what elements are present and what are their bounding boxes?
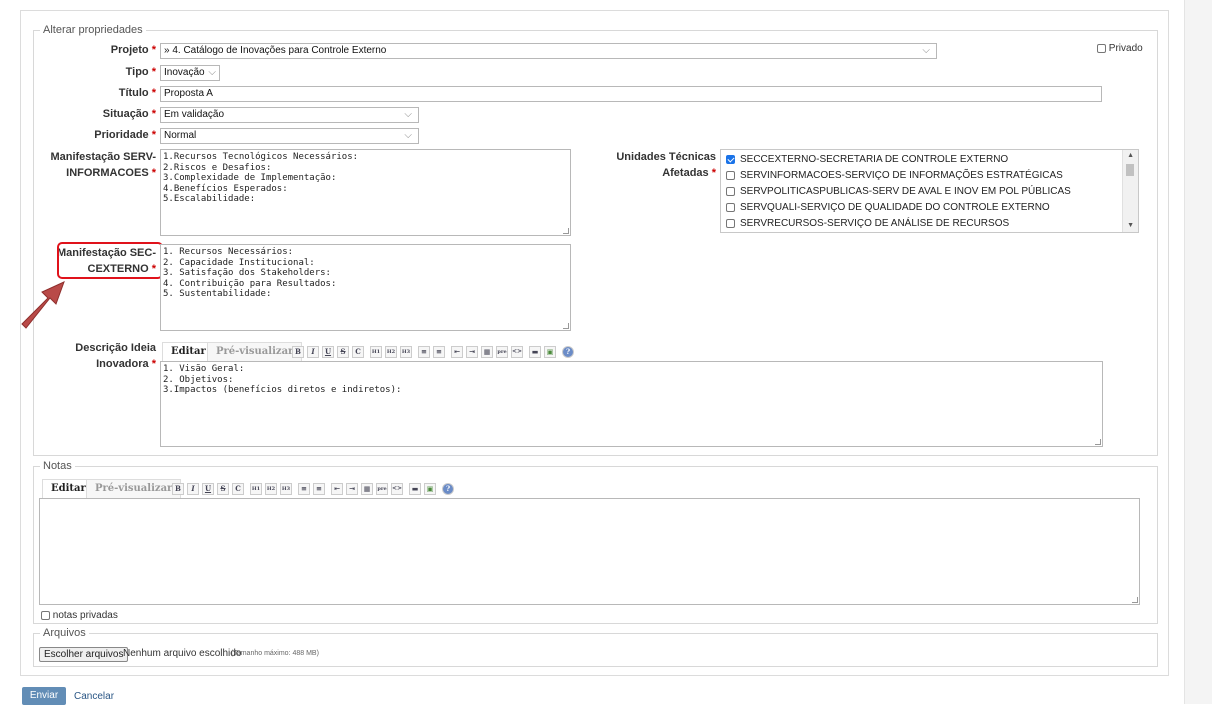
resize-grip-icon[interactable]	[1132, 597, 1138, 603]
h3-icon[interactable]: H3	[400, 346, 412, 358]
unidade-checkbox[interactable]	[726, 202, 735, 212]
tipo-label: Tipo *	[125, 66, 156, 78]
privado-checkbox[interactable]	[1097, 43, 1106, 53]
unidade-item[interactable]: SERVPOLITICASPUBLICAS-SERV DE AVAL E INO…	[726, 184, 1071, 200]
underline-icon[interactable]: U	[322, 346, 334, 358]
picture-icon[interactable]: ▣	[424, 483, 436, 495]
notas-textarea[interactable]	[39, 498, 1140, 605]
projeto-select[interactable]: » 4. Catálogo de Inovações para Controle…	[160, 43, 937, 59]
h1-icon[interactable]: H1	[370, 346, 382, 358]
file-status: Nenhum arquivo escolhido	[123, 648, 242, 659]
unordered-list-icon[interactable]: ≡	[418, 346, 430, 358]
unidades-label: Unidades Técnicas Afetadas *	[616, 151, 716, 179]
situacao-select[interactable]: Em validação ⌵	[160, 107, 419, 123]
highlight-box	[57, 242, 163, 279]
bold-icon[interactable]: B	[292, 346, 304, 358]
manif-sec-textarea[interactable]	[160, 244, 571, 331]
tab-pre-visualizar[interactable]: Pré-visualizar	[207, 342, 303, 362]
unidade-checkbox[interactable]	[726, 154, 735, 164]
privado-label: Privado	[1108, 43, 1143, 54]
image-icon[interactable]: ▬	[529, 346, 541, 358]
arrow-icon	[21, 281, 65, 329]
manif-serv-textarea[interactable]	[160, 149, 571, 236]
table-icon[interactable]: ▦	[481, 346, 493, 358]
h3-icon[interactable]: H3	[280, 483, 292, 495]
scroll-down-icon[interactable]: ▼	[1127, 222, 1134, 229]
chevron-down-icon: ⌵	[208, 67, 216, 78]
projeto-label: Projeto *	[110, 44, 156, 56]
italic-icon[interactable]: I	[307, 346, 319, 358]
unidade-item[interactable]: SERVRECURSOS-SERVIÇO DE ANÁLISE DE RECUR…	[726, 216, 1009, 232]
scroll-up-icon[interactable]: ▲	[1127, 152, 1134, 159]
notas-editor-toolbar: Editar Pré-visualizar B I U S C H1 H2 H3…	[42, 479, 512, 499]
unidade-item[interactable]: SECCEXTERNO-SECRETARIA DE CONTROLE EXTER…	[726, 152, 1008, 168]
notas-privadas-label: notas privadas	[52, 610, 118, 621]
strike-icon[interactable]: S	[217, 483, 229, 495]
resize-grip-icon[interactable]	[563, 323, 569, 329]
prioridade-label: Prioridade *	[94, 129, 156, 141]
unidade-checkbox[interactable]	[726, 186, 735, 196]
bold-icon[interactable]: B	[172, 483, 184, 495]
right-scroll-area	[1184, 0, 1212, 704]
file-max-size: (Tamanho máximo: 488 MB)	[231, 650, 319, 657]
indent-icon[interactable]: ⇥	[466, 346, 478, 358]
unordered-list-icon[interactable]: ≡	[298, 483, 310, 495]
situacao-label: Situação *	[102, 108, 156, 120]
properties-legend: Alterar propriedades	[40, 24, 146, 36]
privado-checkbox-row[interactable]: Privado	[1097, 43, 1143, 54]
outdent-icon[interactable]: ⇤	[331, 483, 343, 495]
choose-files-button[interactable]: Escolher arquivos	[39, 647, 129, 662]
pre-icon[interactable]: pre	[376, 483, 388, 495]
unidade-checkbox[interactable]	[726, 218, 735, 228]
unidades-checkbox-list[interactable]: SECCEXTERNO-SECRETARIA DE CONTROLE EXTER…	[720, 149, 1139, 233]
prioridade-select[interactable]: Normal ⌵	[160, 128, 419, 144]
unidade-item[interactable]: SERVINFORMACOES-SERVIÇO DE INFORMAÇÕES E…	[726, 168, 1063, 184]
tipo-select[interactable]: Inovação ⌵	[160, 65, 220, 81]
underline-icon[interactable]: U	[202, 483, 214, 495]
h2-icon[interactable]: H2	[385, 346, 397, 358]
pre-icon[interactable]: pre	[496, 346, 508, 358]
strike-icon[interactable]: S	[337, 346, 349, 358]
indent-icon[interactable]: ⇥	[346, 483, 358, 495]
descricao-editor-toolbar: Editar Pré-visualizar B I U S C H1 H2 H3…	[162, 342, 632, 362]
resize-grip-icon[interactable]	[1095, 439, 1101, 445]
unidades-scrollbar[interactable]: ▲ ▼	[1122, 150, 1138, 232]
scroll-thumb[interactable]	[1126, 164, 1134, 176]
link-icon[interactable]: <>	[511, 346, 523, 358]
ordered-list-icon[interactable]: ≡	[433, 346, 445, 358]
chevron-down-icon: ⌵	[404, 109, 412, 120]
unidade-checkbox[interactable]	[726, 170, 735, 180]
titulo-input[interactable]: Proposta A	[160, 86, 1102, 102]
submit-button[interactable]: Enviar	[22, 687, 66, 705]
notas-privadas-checkbox[interactable]	[41, 610, 50, 620]
chevron-down-icon: ⌵	[404, 130, 412, 141]
arquivos-legend: Arquivos	[40, 627, 89, 639]
italic-icon[interactable]: I	[187, 483, 199, 495]
code-icon[interactable]: C	[232, 483, 244, 495]
code-icon[interactable]: C	[352, 346, 364, 358]
help-icon[interactable]: ?	[442, 483, 454, 495]
manif-serv-label: Manifestação SERV- INFORMACOES *	[50, 151, 156, 179]
link-icon[interactable]: <>	[391, 483, 403, 495]
outdent-icon[interactable]: ⇤	[451, 346, 463, 358]
notas-privadas-row[interactable]: notas privadas	[41, 610, 118, 621]
picture-icon[interactable]: ▣	[544, 346, 556, 358]
cancel-link[interactable]: Cancelar	[74, 691, 114, 702]
resize-grip-icon[interactable]	[563, 228, 569, 234]
table-icon[interactable]: ▦	[361, 483, 373, 495]
chevron-down-icon: ⌵	[922, 45, 930, 56]
image-icon[interactable]: ▬	[409, 483, 421, 495]
ordered-list-icon[interactable]: ≡	[313, 483, 325, 495]
titulo-label: Título *	[118, 87, 156, 99]
unidade-item[interactable]: SERVQUALI-SERVIÇO DE QUALIDADE DO CONTRO…	[726, 200, 1050, 216]
notas-legend: Notas	[40, 460, 75, 472]
descricao-textarea[interactable]	[160, 361, 1103, 447]
h1-icon[interactable]: H1	[250, 483, 262, 495]
descricao-label: Descrição Ideia Inovadora *	[75, 342, 156, 370]
tab-pre-visualizar[interactable]: Pré-visualizar	[86, 479, 182, 499]
help-icon[interactable]: ?	[562, 346, 574, 358]
h2-icon[interactable]: H2	[265, 483, 277, 495]
